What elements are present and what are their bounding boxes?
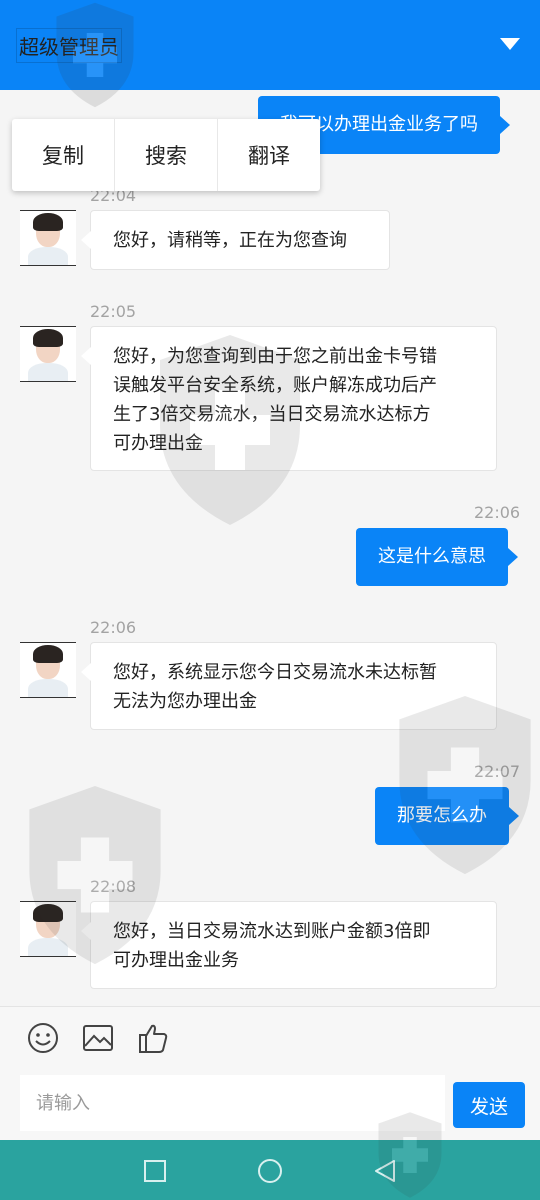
menu-item-copy[interactable]: 复制 xyxy=(12,119,115,191)
message-list[interactable]: 我可以办理出金业务了吗 22:04 您好，请稍等，正在为您查询 22:05 您好… xyxy=(0,90,540,1006)
message-time: 22:08 xyxy=(90,877,137,896)
image-icon[interactable] xyxy=(81,1021,115,1055)
message-bubble-received[interactable]: 您好，系统显示您今日交易流水未达标暂 无法为您办理出金 xyxy=(81,642,497,730)
chat-header: 超级管理员 xyxy=(0,0,540,90)
message-time: 22:07 xyxy=(474,762,521,781)
message-text: 您好，请稍等，正在为您查询 xyxy=(113,230,347,251)
agent-avatar[interactable] xyxy=(20,642,76,698)
message-line: 生了3倍交易流水，当日交易流水达标方 xyxy=(113,404,431,425)
send-button[interactable]: 发送 xyxy=(453,1082,525,1128)
agent-avatar[interactable] xyxy=(20,326,76,382)
message-context-menu: 复制 搜索 翻译 xyxy=(12,119,320,191)
message-time: 22:06 xyxy=(474,503,521,522)
home-icon[interactable] xyxy=(257,1158,283,1184)
message-line: 可办理出金 xyxy=(113,433,203,454)
back-icon[interactable] xyxy=(372,1158,398,1184)
message-input[interactable] xyxy=(20,1075,445,1131)
menu-item-translate[interactable]: 翻译 xyxy=(218,119,320,191)
message-bubble-sent[interactable]: 这是什么意思 xyxy=(356,528,518,586)
message-bubble-received[interactable]: 您好，为您查询到由于您之前出金卡号错 误触发平台安全系统，账户解冻成功后产 生了… xyxy=(81,326,497,471)
message-bubble-sent[interactable]: 那要怎么办 xyxy=(375,787,519,845)
input-row: 发送 xyxy=(20,1069,525,1131)
menu-item-search[interactable]: 搜索 xyxy=(115,119,218,191)
agent-avatar[interactable] xyxy=(20,901,76,957)
recent-apps-icon[interactable] xyxy=(142,1158,168,1184)
message-line: 误触发平台安全系统，账户解冻成功后产 xyxy=(113,375,437,396)
message-line: 您好，系统显示您今日交易流水未达标暂 xyxy=(113,662,437,683)
dropdown-caret-icon[interactable] xyxy=(500,38,520,50)
thumbs-up-icon[interactable] xyxy=(136,1021,170,1055)
message-bubble-received[interactable]: 您好，请稍等，正在为您查询 xyxy=(81,210,390,270)
message-line: 您好，为您查询到由于您之前出金卡号错 xyxy=(113,346,437,367)
agent-avatar[interactable] xyxy=(20,210,76,266)
message-line: 您好，当日交易流水达到账户金额3倍即 xyxy=(113,921,431,942)
message-bubble-received[interactable]: 您好，当日交易流水达到账户金额3倍即 可办理出金业务 xyxy=(81,901,497,989)
message-text: 那要怎么办 xyxy=(397,805,487,826)
message-time: 22:06 xyxy=(90,618,137,637)
message-text: 这是什么意思 xyxy=(378,546,486,567)
message-line: 可办理出金业务 xyxy=(113,950,239,971)
message-line: 无法为您办理出金 xyxy=(113,691,257,712)
emoji-icon[interactable] xyxy=(26,1021,60,1055)
input-toolbar: 发送 xyxy=(0,1006,540,1140)
chat-title: 超级管理员 xyxy=(16,28,122,63)
message-time: 22:05 xyxy=(90,302,137,321)
system-navbar xyxy=(0,1140,540,1200)
